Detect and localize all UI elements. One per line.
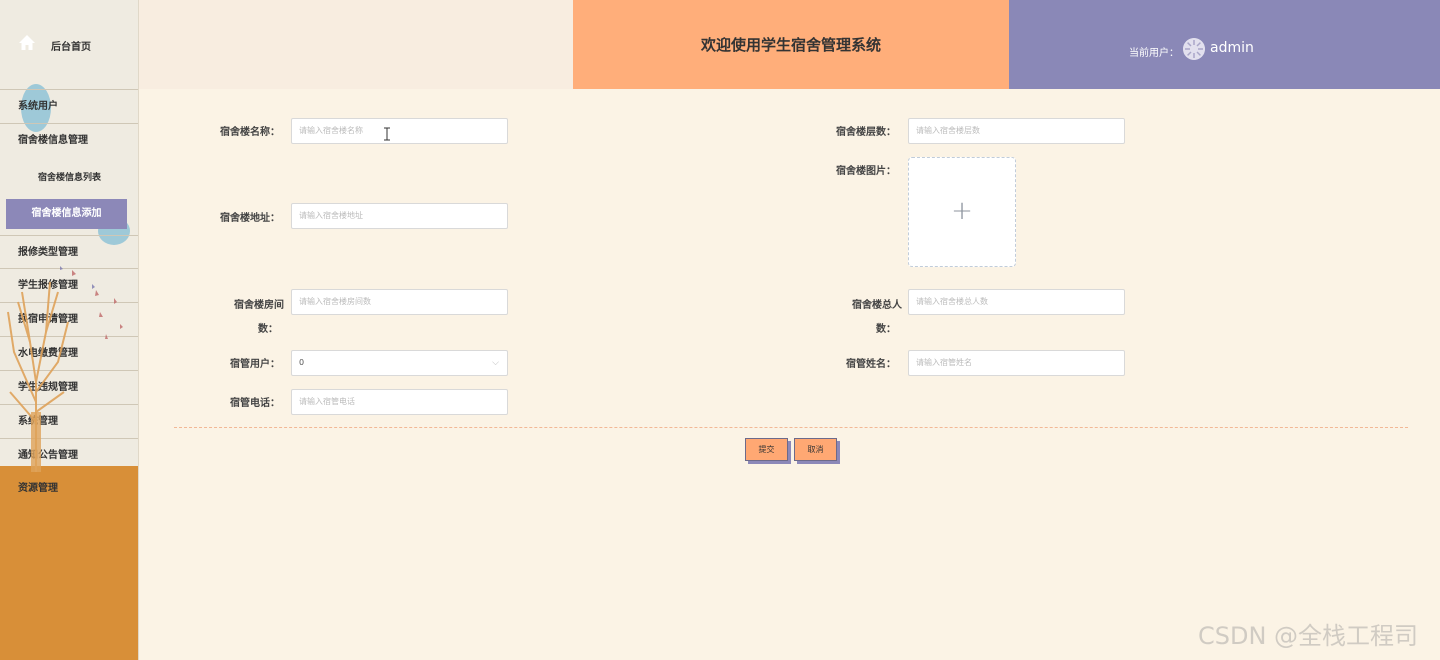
sidebar-item-student-repairs[interactable]: 学生报修管理 (0, 269, 138, 303)
manager-phone-label: 宿管电话： (230, 398, 280, 409)
manager-user-value: 0 (299, 358, 305, 367)
sidebar-item-notices[interactable]: 通知公告管理 (0, 439, 138, 473)
header-user-panel: 当前用户： admin (1009, 0, 1440, 89)
building-address-label: 宿舍楼地址： (220, 213, 280, 224)
sidebar-item-violations[interactable]: 学生违规管理 (0, 371, 138, 405)
current-user-label: 当前用户： (1129, 48, 1179, 59)
building-rooms-input[interactable]: 请输入宿舍楼房间数 (291, 289, 508, 315)
manager-phone-input[interactable]: 请输入宿管电话 (291, 389, 508, 415)
home-label: 后台首页 (51, 42, 91, 53)
sidebar: 后台首页 系统用户 宿舍楼信息管理 宿舍楼信息列表 宿舍楼信息添加 报修类型管理… (0, 0, 139, 660)
sidebar-item-system-users[interactable]: 系统用户 (0, 90, 138, 124)
sidebar-item-utility-fees[interactable]: 水电缴费管理 (0, 337, 138, 371)
building-floors-input[interactable]: 请输入宿舍楼层数 (908, 118, 1125, 144)
avatar[interactable] (1183, 38, 1205, 60)
watermark: CSDN @全栈工程司 (1198, 622, 1419, 650)
plus-icon: + (951, 196, 973, 226)
building-name-input[interactable]: 请输入宿舍楼名称 (291, 118, 508, 144)
chevron-down-icon: ⌵ (492, 358, 499, 368)
cancel-button[interactable]: 取消 (794, 438, 837, 461)
manager-name-input[interactable]: 请输入宿管姓名 (908, 350, 1125, 376)
header-title-panel: 欢迎使用学生宿舍管理系统 (573, 0, 1009, 89)
sidebar-item-system-admin[interactable]: 系统管理 (0, 405, 138, 439)
building-floors-label: 宿舍楼层数： (836, 127, 896, 138)
building-image-label: 宿舍楼图片： (836, 166, 896, 177)
building-address-input[interactable]: 请输入宿舍楼地址 (291, 203, 508, 229)
header-left-panel (139, 0, 573, 89)
sidebar-item-room-change[interactable]: 换宿申请管理 (0, 303, 138, 337)
home-icon (19, 35, 35, 50)
building-rooms-label-line2: 数： (258, 324, 278, 335)
building-total-label-line1: 宿舍楼总人 (852, 300, 902, 311)
building-rooms-label: 宿舍楼房间 数： (220, 294, 284, 342)
manager-user-select[interactable]: 0 ⌵ (291, 350, 508, 376)
sidebar-item-repair-types[interactable]: 报修类型管理 (0, 235, 138, 269)
submit-button[interactable]: 提交 (745, 438, 788, 461)
image-upload-box[interactable]: + (908, 157, 1016, 267)
building-total-input[interactable]: 请输入宿舍楼总人数 (908, 289, 1125, 315)
building-rooms-label-line1: 宿舍楼房间 (234, 300, 284, 311)
building-name-label: 宿舍楼名称： (220, 127, 280, 138)
current-username[interactable]: admin (1210, 40, 1254, 56)
sidebar-home[interactable]: 后台首页 (0, 0, 138, 90)
manager-user-label: 宿管用户： (230, 359, 280, 370)
sidebar-subitem-building-add[interactable]: 宿舍楼信息添加 (6, 199, 127, 229)
building-total-label-line2: 数： (876, 324, 896, 335)
form-divider (174, 427, 1408, 428)
sidebar-subitem-building-list[interactable]: 宿舍楼信息列表 (0, 163, 138, 193)
manager-name-label: 宿管姓名： (846, 359, 896, 370)
building-total-label: 宿舍楼总人 数： (838, 294, 902, 342)
sidebar-item-building-info[interactable]: 宿舍楼信息管理 (0, 124, 138, 158)
sidebar-item-resources[interactable]: 资源管理 (0, 472, 138, 506)
page-title: 欢迎使用学生宿舍管理系统 (700, 36, 881, 54)
